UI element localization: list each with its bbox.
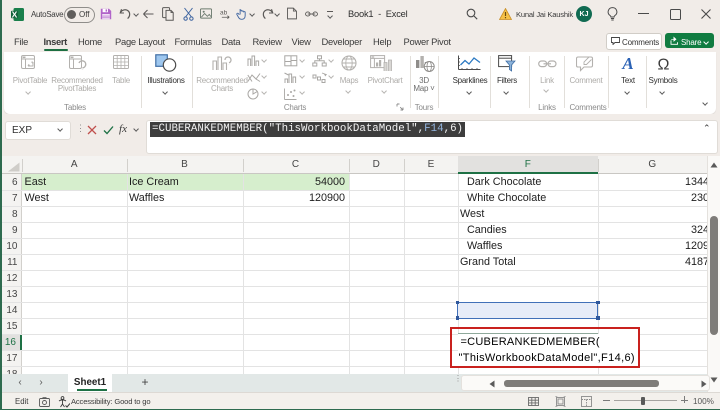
- svg-text:A: A: [621, 55, 633, 72]
- svg-text:ab: ab: [220, 9, 228, 16]
- svg-text:Ω: Ω: [658, 57, 670, 73]
- svg-text:X: X: [12, 10, 18, 20]
